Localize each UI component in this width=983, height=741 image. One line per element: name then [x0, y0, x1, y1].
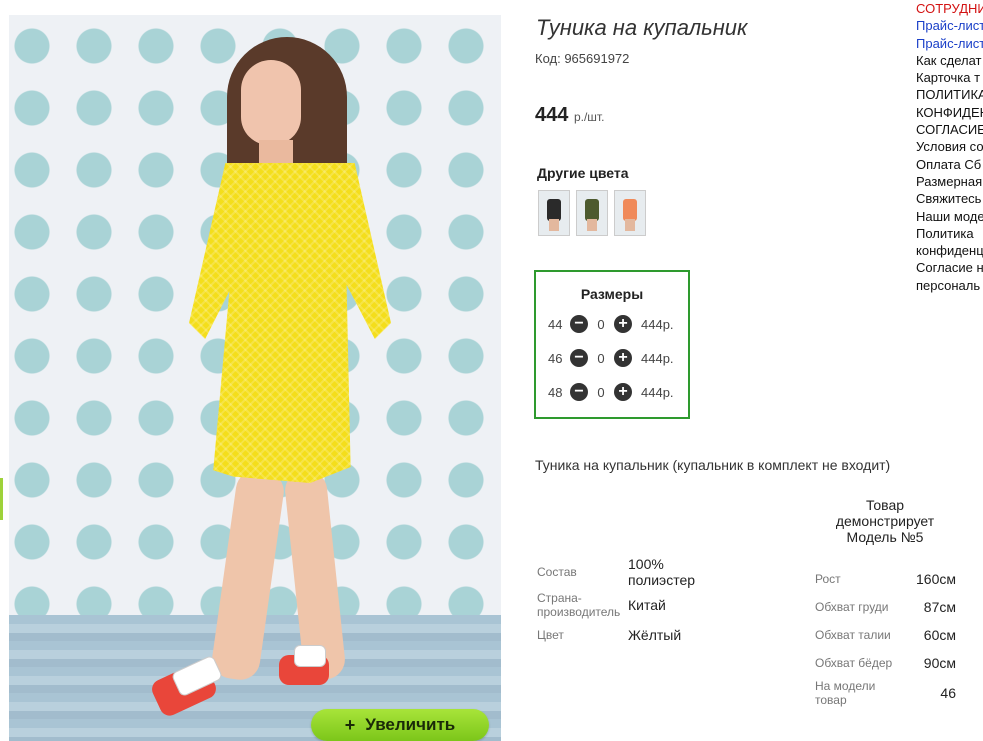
size-price: 444р.: [641, 384, 674, 400]
color-thumb-khaki[interactable]: [576, 190, 608, 236]
other-colors-title: Другие цвета: [537, 165, 629, 181]
measure-value: 46: [940, 685, 956, 701]
left-edge-tab[interactable]: [0, 478, 3, 520]
menu-item-models[interactable]: Наши моде: [916, 208, 983, 225]
color-thumb-black[interactable]: [538, 190, 570, 236]
menu-item-employees[interactable]: СОТРУДНИ: [916, 0, 983, 17]
sizes-box: Размеры 44 − 0 + 444р. 46 − 0 + 444р. 48…: [534, 270, 690, 419]
measure-value: 90см: [923, 655, 956, 671]
other-colors-thumbs: [538, 190, 646, 236]
model-demo-header: Товар демонстрирует Модель №5: [835, 497, 935, 545]
plus-icon: +: [344, 714, 356, 735]
measure-label: Рост: [815, 572, 841, 586]
size-row: 44 − 0 + 444р.: [548, 314, 684, 334]
size-label: 46: [548, 350, 563, 366]
measure-label: Обхват талии: [815, 628, 891, 642]
product-title: Туника на купальник: [536, 15, 748, 40]
size-price: 444р.: [641, 316, 674, 332]
thumb-legs: [587, 219, 597, 231]
right-sandal-strap: [294, 645, 326, 667]
zoom-button-label: Увеличить: [365, 715, 456, 734]
size-quantity: 0: [597, 350, 605, 366]
plus-circle-icon[interactable]: +: [614, 349, 632, 367]
size-row: 48 − 0 + 444р.: [548, 382, 684, 402]
size-row: 46 − 0 + 444р.: [548, 348, 684, 368]
measure-label: Обхват бёдер: [815, 656, 893, 670]
menu-item-privacy[interactable]: КОНФИДЕН: [916, 104, 983, 121]
thumb-garment: [585, 199, 599, 221]
menu-item-consent[interactable]: СОГЛАСИЕ: [916, 121, 983, 138]
menu-item-company-card[interactable]: Карточка т: [916, 69, 983, 86]
menu-item-personal-data[interactable]: персональ: [916, 277, 983, 294]
size-quantity: 0: [597, 384, 605, 400]
size-label: 44: [548, 316, 563, 332]
menu-item-policy-2[interactable]: Политика: [916, 225, 983, 242]
menu-item-how-to-order[interactable]: Как сделат: [916, 52, 983, 69]
product-price: 444 р./шт.: [535, 104, 604, 127]
spec-label: Состав: [537, 565, 577, 579]
minus-circle-icon[interactable]: −: [570, 315, 588, 333]
menu-item-price-list-2[interactable]: Прайс-лист: [916, 35, 983, 52]
menu-item-price-list-1[interactable]: Прайс-лист: [916, 17, 983, 34]
menu-item-terms[interactable]: Условия со: [916, 138, 983, 155]
thumb-legs: [625, 219, 635, 231]
spec-value: 100% полиэстер: [628, 556, 696, 588]
product-code: Код: 965691972: [535, 51, 630, 66]
minus-circle-icon[interactable]: −: [570, 349, 588, 367]
thumb-legs: [549, 219, 559, 231]
thumb-garment: [623, 199, 637, 221]
measure-label: На модели товар: [815, 679, 876, 707]
menu-item-payment[interactable]: Оплата Сб: [916, 156, 983, 173]
sizes-title: Размеры: [580, 286, 644, 302]
menu-item-policy[interactable]: ПОЛИТИКА: [916, 86, 983, 103]
menu-item-contact[interactable]: Свяжитесь: [916, 190, 983, 207]
size-label: 48: [548, 384, 563, 400]
menu-item-size-chart[interactable]: Размерная: [916, 173, 983, 190]
plus-circle-icon[interactable]: +: [614, 383, 632, 401]
price-unit: р./шт.: [573, 110, 605, 124]
spec-label: Цвет: [537, 628, 564, 642]
price-value: 444: [535, 104, 569, 126]
measure-label: Обхват груди: [815, 600, 889, 614]
minus-circle-icon[interactable]: −: [570, 383, 588, 401]
measure-value: 160см: [916, 571, 956, 587]
menu-item-privacy-2[interactable]: конфиденц: [916, 242, 983, 259]
measure-value: 87см: [923, 599, 956, 615]
size-quantity: 0: [597, 316, 605, 332]
product-description: Туника на купальник (купальник в комплек…: [535, 457, 891, 473]
spec-label: Страна-производитель: [537, 591, 621, 619]
spec-value: Жёлтый: [628, 627, 682, 643]
spec-value: Китай: [628, 597, 666, 613]
measure-value: 60см: [923, 627, 956, 643]
side-menu: СОТРУДНИ Прайс-лист Прайс-лист Как сдела…: [916, 0, 983, 294]
plus-circle-icon[interactable]: +: [614, 315, 632, 333]
product-photo[interactable]: + Увеличить: [9, 15, 501, 741]
size-price: 444р.: [641, 350, 674, 366]
zoom-button[interactable]: + Увеличить: [311, 709, 489, 741]
thumb-garment: [547, 199, 561, 221]
menu-item-consent-2[interactable]: Согласие н: [916, 259, 983, 276]
model-face: [241, 60, 301, 145]
color-thumb-coral[interactable]: [614, 190, 646, 236]
